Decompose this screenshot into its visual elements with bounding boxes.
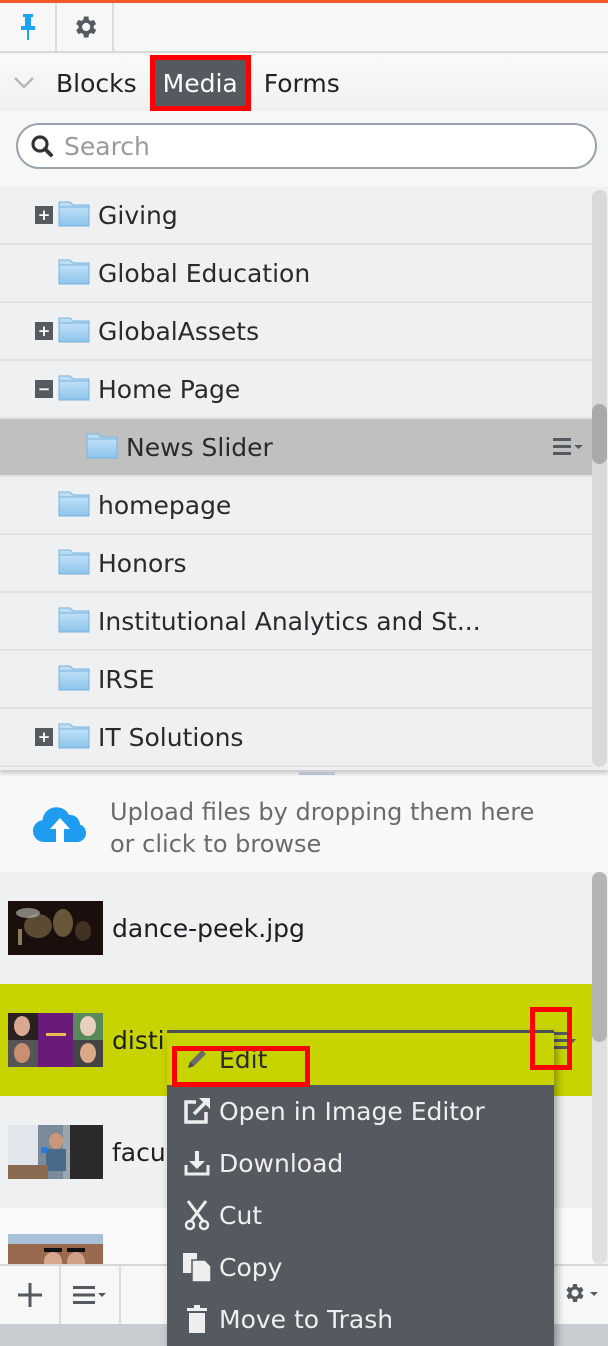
pane-splitter-handle[interactable] (299, 772, 335, 775)
tree-item[interactable]: Institutional Analytics and St... (0, 593, 593, 651)
tree-item-label: IT Solutions (98, 722, 244, 752)
pin-button[interactable] (0, 3, 57, 51)
search-input[interactable] (64, 131, 564, 161)
expand-toggle-icon[interactable]: + (35, 206, 53, 224)
folder-icon (58, 199, 90, 231)
trash-icon (177, 1304, 217, 1334)
search-area (0, 111, 608, 187)
pane-toolbar (0, 3, 608, 53)
file-name: disti (112, 1025, 165, 1055)
tree-item[interactable]: IRSE (0, 651, 593, 709)
add-button[interactable] (0, 1266, 61, 1324)
tab-forms[interactable]: Forms (256, 55, 348, 111)
tree-scrollbar-track[interactable] (592, 190, 607, 767)
menu-item-copy[interactable]: Copy (167, 1241, 554, 1293)
folder-icon (58, 315, 90, 347)
file-name: dance-peek.jpg (112, 913, 305, 943)
chevron-down-icon (14, 77, 34, 89)
folder-icon (58, 605, 90, 637)
tree-item[interactable]: + GlobalAssets (0, 303, 593, 361)
file-name: facu (112, 1137, 166, 1167)
thumbnail-faculty (8, 1125, 103, 1179)
external-link-icon (177, 1096, 217, 1126)
tree-item-label: Honors (98, 548, 187, 578)
file-context-menu-button[interactable] (551, 1030, 577, 1050)
search-icon (31, 135, 53, 157)
expand-toggle-icon[interactable]: + (35, 322, 53, 340)
search-box (16, 123, 597, 169)
folder-icon (58, 257, 90, 289)
media-folder-tree: + Giving Global Education + GlobalAssets − Hom… (0, 187, 608, 770)
folder-icon (58, 489, 90, 521)
list-menu-button[interactable] (61, 1266, 121, 1324)
menu-item-cut[interactable]: Cut (167, 1189, 554, 1241)
menu-item-label: Copy (219, 1252, 283, 1282)
plus-icon (17, 1283, 42, 1307)
menu-item-label: Download (219, 1148, 344, 1178)
cloud-upload-icon (33, 807, 87, 842)
tree-item[interactable]: + IT Solutions (0, 709, 593, 767)
tree-item-selected[interactable]: News Slider (0, 419, 593, 477)
gear-dropdown-icon[interactable] (562, 1278, 602, 1308)
thumbnail-dance-peek (8, 901, 103, 955)
tree-item-label: Home Page (98, 374, 241, 404)
settings-button[interactable] (57, 3, 114, 51)
folder-icon (86, 431, 118, 463)
folder-icon (58, 663, 90, 695)
file-context-menu: Edit Open in Image Editor Download Cut C… (167, 1030, 554, 1346)
tree-item-label: IRSE (98, 664, 155, 694)
thumbnail-graduates (8, 1234, 103, 1264)
menu-item-label: Open in Image Editor (219, 1096, 485, 1126)
tree-item-label: Institutional Analytics and St... (98, 606, 481, 636)
menu-item-label: Move to Trash (219, 1304, 394, 1334)
tree-scrollbar-thumb[interactable] (592, 404, 607, 464)
tree-item[interactable]: − Home Page (0, 361, 593, 419)
menu-item-edit[interactable]: Edit (167, 1033, 554, 1085)
gear-icon (75, 16, 96, 38)
menu-item-label: Edit (219, 1044, 268, 1074)
list-menu-icon (73, 1286, 106, 1304)
scissors-icon (177, 1199, 217, 1231)
tree-item-label: Global Education (98, 258, 311, 288)
file-row[interactable]: dance-peek.jpg (0, 872, 593, 984)
menu-item-move-to-trash[interactable]: Move to Trash (167, 1293, 554, 1345)
files-scrollbar-thumb[interactable] (592, 872, 607, 1042)
upload-instructions: Upload files by dropping them here or cl… (110, 796, 534, 860)
pin-icon (20, 14, 35, 40)
folder-icon (58, 721, 90, 753)
upload-dropzone[interactable]: Upload files by dropping them here or cl… (0, 776, 608, 872)
thumbnail-distinguished (8, 1013, 103, 1067)
folder-icon (58, 547, 90, 579)
tree-item-label: homepage (98, 490, 232, 520)
collapse-toggle-icon[interactable]: − (35, 380, 53, 398)
folder-context-menu-button[interactable] (553, 436, 585, 462)
menu-item-open-image-editor[interactable]: Open in Image Editor (167, 1085, 554, 1137)
collapse-tabs-button[interactable] (0, 55, 48, 111)
tree-item[interactable]: homepage (0, 477, 593, 535)
upload-text-line1: Upload files by dropping them here (110, 798, 535, 826)
expand-toggle-icon[interactable]: + (35, 728, 53, 746)
download-icon (177, 1149, 217, 1177)
tree-item-label: News Slider (126, 432, 273, 462)
tree-item-label: Giving (98, 200, 178, 230)
folder-icon (58, 373, 90, 405)
tab-media[interactable]: Media (149, 55, 251, 111)
menu-item-label: Cut (219, 1200, 263, 1230)
upload-text-line2: or click to browse (110, 830, 322, 858)
component-tabs: Blocks Media Forms (0, 55, 608, 111)
pencil-icon (177, 1046, 217, 1072)
tab-blocks[interactable]: Blocks (48, 55, 145, 111)
tree-item-label: GlobalAssets (98, 316, 260, 346)
tree-item[interactable]: Global Education (0, 245, 593, 303)
tree-item[interactable]: + Giving (0, 187, 593, 245)
copy-icon (177, 1251, 217, 1283)
tree-item[interactable]: Honors (0, 535, 593, 593)
menu-item-download[interactable]: Download (167, 1137, 554, 1189)
